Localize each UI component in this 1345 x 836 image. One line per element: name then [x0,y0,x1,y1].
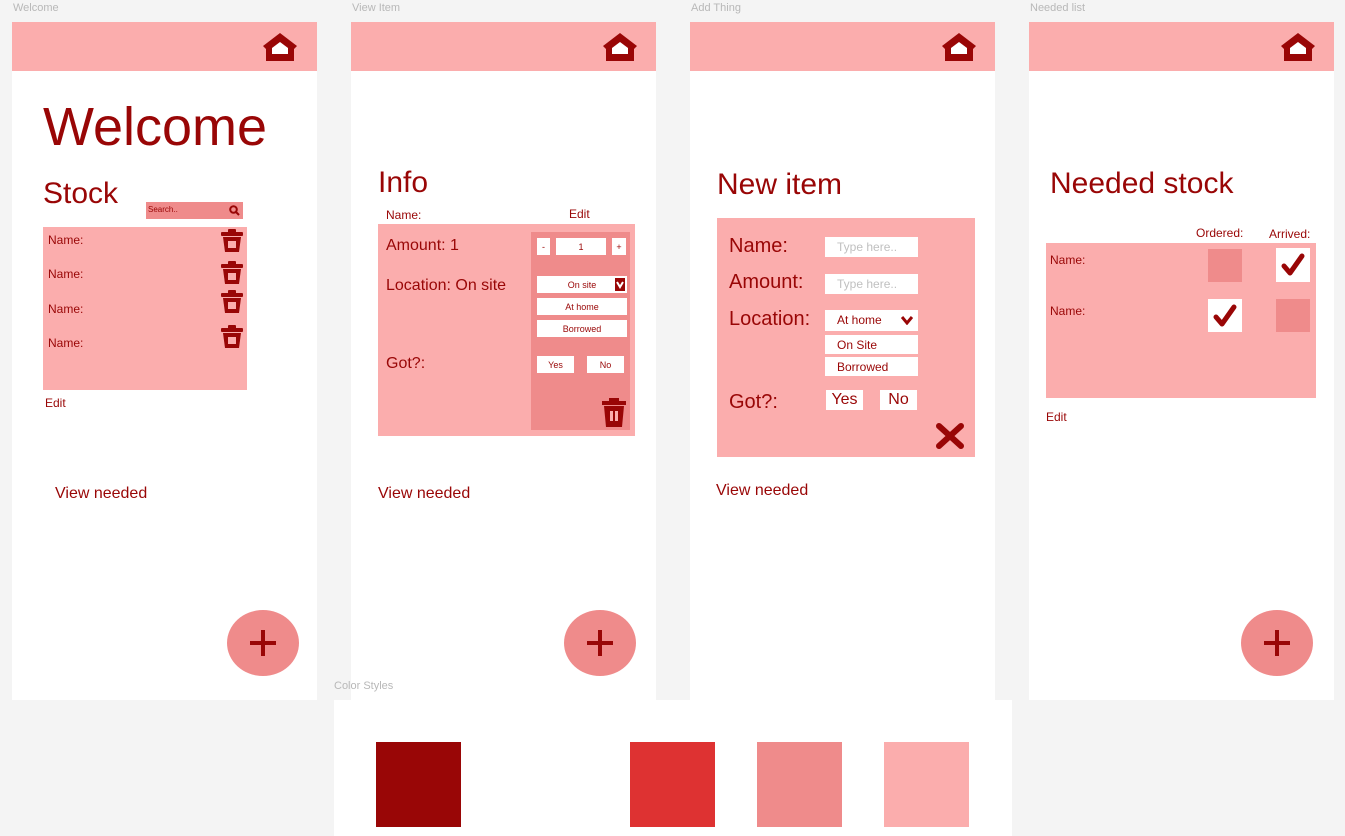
list-item-name[interactable]: Name: [1050,253,1085,267]
location-select[interactable]: At home [825,310,918,331]
item-info-card: Amount: 1 Location: On site Got?: - 1 + … [378,224,635,436]
stock-list: Name: Name: Name: Name: [43,227,247,390]
name-field[interactable]: Type here.. [825,237,918,257]
needed-list: Name: Name: [1046,243,1316,398]
search-bar[interactable]: Search.. [146,202,243,219]
edit-link[interactable]: Edit [569,207,590,221]
got-label: Got?: [386,355,426,372]
location-option[interactable]: Borrowed [825,357,918,376]
app-header [12,22,317,71]
page-title: Welcome [43,97,268,157]
list-item-name[interactable]: Name: [48,302,83,316]
trash-icon[interactable] [219,325,245,349]
needed-list-frame: Needed stock Ordered: Arrived: Name: Nam… [1029,22,1334,700]
name-label: Name: [386,208,422,222]
section-title: Stock [43,177,119,210]
checkmark-icon [1213,304,1237,327]
frame-label-needed-list: Needed list [1030,2,1086,14]
page-title: Needed stock [1050,167,1234,200]
frame-label-add-thing: Add Thing [691,2,741,14]
location-option-selected: At home [837,313,882,327]
page-title: Info [378,166,429,199]
view-item-frame: Info Name: Edit Amount: 1 Location: On s… [351,22,656,700]
frame-label-view-item: View Item [352,2,401,14]
color-swatch-red [630,742,715,827]
edit-link[interactable]: Edit [45,396,66,410]
name-label: Name: [729,235,788,257]
decrement-button[interactable]: - [537,238,550,255]
app-header [690,22,995,71]
got-no-button[interactable]: No [880,390,917,410]
home-icon[interactable] [601,31,639,63]
location-option[interactable]: On Site [825,335,918,354]
amount-label: Amount: 1 [386,237,459,254]
home-icon[interactable] [261,31,299,63]
close-icon[interactable] [936,423,964,449]
location-label: Location: On site [386,277,507,294]
checkmark-icon [1281,253,1305,276]
view-needed-link[interactable]: View needed [378,485,470,503]
location-option-selected: On site [567,279,597,290]
home-icon[interactable] [940,31,978,63]
page-title: New item [717,168,843,201]
color-swatch-light-pink [884,742,969,827]
edit-link[interactable]: Edit [1046,410,1067,424]
add-button[interactable] [227,610,299,676]
increment-button[interactable]: + [612,238,626,255]
view-needed-link[interactable]: View needed [55,485,147,503]
got-yes-button[interactable]: Yes [826,390,863,410]
app-header [351,22,656,71]
ordered-checkbox[interactable] [1208,299,1242,332]
list-item-name[interactable]: Name: [48,233,83,247]
new-item-form: Name: Amount: Location: Got?: Type here.… [717,218,975,457]
location-option[interactable]: At home [537,298,627,315]
trash-icon[interactable] [601,398,627,428]
home-icon[interactable] [1279,31,1317,63]
plus-icon [587,630,613,656]
view-needed-link[interactable]: View needed [716,482,808,500]
welcome-frame: Welcome Stock Search.. Name: Name: Name:… [12,22,317,700]
frame-label-welcome: Welcome [13,2,59,14]
location-option[interactable]: Borrowed [537,320,627,337]
color-swatch-salmon [757,742,842,827]
plus-icon [250,630,276,656]
chevron-down-icon [615,278,625,291]
amount-label: Amount: [729,271,804,293]
frame-label-color-styles: Color Styles [334,680,394,692]
list-item-name[interactable]: Name: [48,267,83,281]
column-header-arrived: Arrived: [1269,227,1311,241]
location-select[interactable]: On site [537,276,627,293]
got-no-button[interactable]: No [587,356,624,373]
add-button[interactable] [1241,610,1313,676]
got-label: Got?: [729,391,778,413]
got-yes-button[interactable]: Yes [537,356,574,373]
arrived-checkbox[interactable] [1276,299,1310,332]
amount-field[interactable]: Type here.. [825,274,918,294]
trash-icon[interactable] [219,290,245,314]
location-label: Location: [729,308,811,330]
search-input[interactable]: Search.. [148,205,178,214]
trash-icon[interactable] [219,229,245,253]
controls-panel: - 1 + On site At home Borrowed Yes No [531,232,630,430]
plus-icon [1264,630,1290,656]
add-thing-frame: New item Name: Amount: Location: Got?: T… [690,22,995,700]
add-button[interactable] [564,610,636,676]
color-swatch-dark-red [376,742,461,827]
list-item-name[interactable]: Name: [1050,304,1085,318]
search-icon[interactable] [229,205,240,216]
amount-stepper-value[interactable]: 1 [556,238,606,255]
column-header-ordered: Ordered: [1196,226,1244,240]
arrived-checkbox[interactable] [1276,248,1310,282]
trash-icon[interactable] [219,261,245,285]
list-item-name[interactable]: Name: [48,336,83,350]
ordered-checkbox[interactable] [1208,249,1242,282]
chevron-down-icon [901,316,913,325]
app-header [1029,22,1334,71]
